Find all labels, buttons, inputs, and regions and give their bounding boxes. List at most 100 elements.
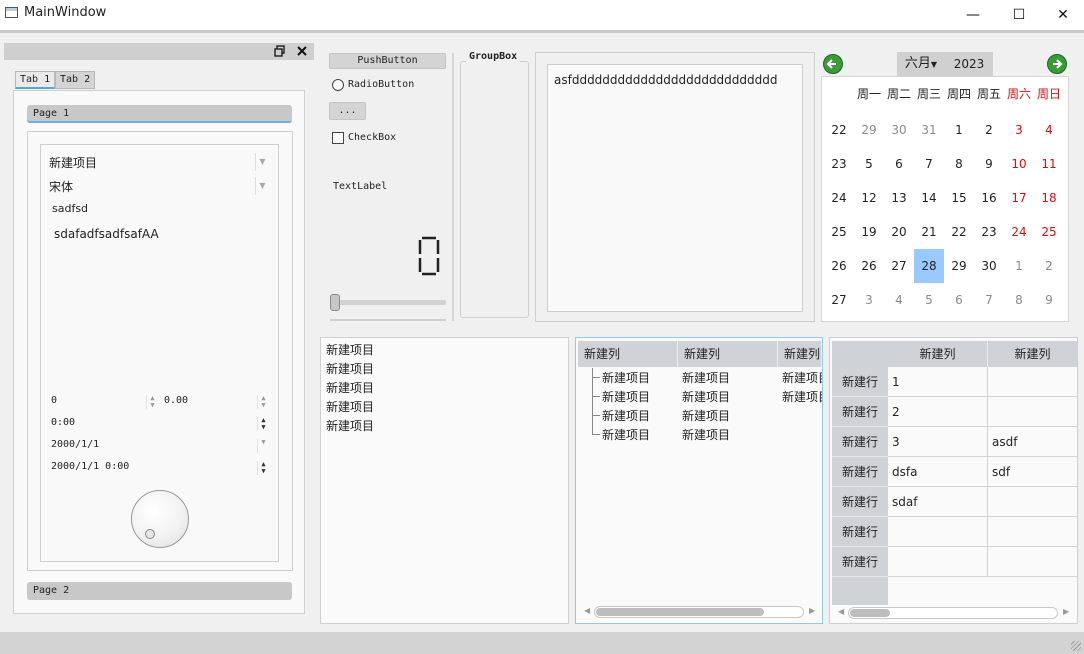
toolbox-page-2[interactable]: Page 2	[27, 582, 292, 600]
calendar-day[interactable]: 20	[884, 215, 914, 249]
tree-h-scrollbar[interactable]	[594, 606, 804, 618]
datetime-edit[interactable]: 2000/1/1 0:00 ▲ ▼	[51, 461, 269, 477]
table-row-header[interactable]: 新建行	[832, 457, 888, 487]
calendar-day[interactable]: 16	[974, 181, 1004, 215]
calendar-day[interactable]: 9	[974, 147, 1004, 181]
chevron-down-icon[interactable]: ▼	[255, 153, 269, 171]
table-cell[interactable]: sdaf	[888, 487, 988, 517]
tab-1[interactable]: Tab 1	[15, 71, 56, 89]
slider-track[interactable]	[330, 300, 446, 305]
calendar-day[interactable]: 6	[944, 283, 974, 317]
table-cell[interactable]: 3	[888, 427, 988, 457]
month-selector[interactable]: 六月▼	[897, 52, 945, 76]
next-month-icon[interactable]	[1047, 54, 1067, 74]
calendar-day[interactable]: 22	[944, 215, 974, 249]
table-row-header[interactable]: 新建行	[832, 487, 888, 517]
table-cell[interactable]	[988, 367, 1077, 397]
list-item[interactable]: 新建项目	[326, 341, 564, 360]
spin-arrows-icon[interactable]: ▲ ▼	[146, 395, 158, 409]
calendar-day[interactable]: 29	[854, 113, 884, 147]
calendar-day[interactable]: 19	[854, 215, 884, 249]
calendar-day[interactable]: 12	[854, 181, 884, 215]
text-edit[interactable]: sdafadfsadfsafAA	[54, 227, 269, 245]
tree-row[interactable]: 新建项目 新建项目	[578, 397, 822, 425]
calendar-day[interactable]: 26	[854, 249, 884, 283]
list-item[interactable]: 新建项目	[326, 398, 564, 417]
tool-button[interactable]: ...	[329, 102, 366, 120]
table-row-header[interactable]: 新建行	[832, 367, 888, 397]
calendar-day[interactable]: 1	[1004, 249, 1034, 283]
calendar-day[interactable]: 17	[1004, 181, 1034, 215]
checkbox-icon[interactable]	[332, 132, 344, 144]
scroll-left-icon[interactable]: ◀	[838, 607, 844, 616]
table-row-header[interactable]: 新建行	[832, 397, 888, 427]
calendar-day[interactable]: 1	[944, 113, 974, 147]
calendar-day[interactable]: 30	[884, 113, 914, 147]
table-row-header[interactable]: 新建行	[832, 547, 888, 577]
table-scroll-thumb[interactable]	[850, 609, 890, 617]
table-cell[interactable]	[888, 547, 988, 577]
list-item[interactable]: 新建项目	[326, 360, 564, 379]
dial-handle-icon[interactable]	[145, 529, 155, 539]
push-button[interactable]: PushButton	[329, 53, 446, 69]
table-cell[interactable]	[988, 397, 1077, 427]
spin-arrows-icon[interactable]: ▲ ▼	[257, 417, 269, 431]
spin-arrows-icon[interactable]: ▲ ▼	[257, 461, 269, 475]
close-button[interactable]: ✕	[1040, 0, 1084, 30]
calendar-day[interactable]: 7	[914, 147, 944, 181]
table-col-header-2[interactable]: 新建列	[988, 341, 1077, 367]
checkbox-label[interactable]: CheckBox	[348, 132, 396, 143]
tree-scroll-thumb[interactable]	[596, 608, 764, 616]
table-cell[interactable]: asdf	[988, 427, 1077, 457]
calendar-day[interactable]: 25	[1034, 215, 1064, 249]
plain-text-edit[interactable]: asfddddddddddddddddddddddddddd	[547, 64, 803, 312]
calendar-day[interactable]: 27	[884, 249, 914, 283]
calendar-day[interactable]: 31	[914, 113, 944, 147]
calendar-day[interactable]: 7	[974, 283, 1004, 317]
table-cell[interactable]: dsfa	[888, 457, 988, 487]
double-spin-box[interactable]: 0.00 ▲ ▼	[164, 395, 269, 411]
calendar-day[interactable]: 4	[884, 283, 914, 317]
calendar-day[interactable]: 28	[914, 249, 944, 283]
calendar-day[interactable]: 5	[854, 147, 884, 181]
table-cell[interactable]	[888, 517, 988, 547]
tree-row[interactable]: 新建项目 新建项目 新建项目	[578, 378, 822, 406]
calendar-day[interactable]: 9	[1034, 283, 1064, 317]
table-cell[interactable]	[988, 517, 1077, 547]
table-col-header-1[interactable]: 新建列	[888, 341, 988, 367]
dial[interactable]	[131, 490, 189, 548]
tree-header-2[interactable]: 新建列	[678, 341, 778, 367]
calendar-day[interactable]: 3	[854, 283, 884, 317]
tree-header-3[interactable]: 新建列	[778, 341, 822, 367]
dock-title-bar[interactable]	[4, 43, 314, 60]
radio-button-icon[interactable]	[332, 79, 344, 91]
table-cell[interactable]: 2	[888, 397, 988, 427]
calendar-day[interactable]: 2	[974, 113, 1004, 147]
calendar-day[interactable]: 30	[974, 249, 1004, 283]
table-cell[interactable]	[988, 487, 1077, 517]
calendar-day[interactable]: 10	[1004, 147, 1034, 181]
list-item[interactable]: 新建项目	[326, 379, 564, 398]
chevron-down-icon[interactable]: ▼	[255, 177, 269, 195]
toolbox-page-1[interactable]: Page 1	[27, 105, 292, 123]
date-edit[interactable]: 2000/1/1 ▼	[51, 439, 269, 455]
tree-row[interactable]: 新建项目 新建项目	[578, 416, 822, 444]
calendar-day[interactable]: 3	[1004, 113, 1034, 147]
tree-header-1[interactable]: 新建列	[578, 341, 678, 367]
radio-button-label[interactable]: RadioButton	[348, 79, 414, 90]
line-edit[interactable]: sadfsd	[52, 202, 267, 218]
table-cell[interactable]: sdf	[988, 457, 1077, 487]
font-combo-box[interactable]: 宋体 ▼	[49, 177, 269, 195]
calendar-day[interactable]: 8	[944, 147, 974, 181]
minimize-button[interactable]: —	[950, 0, 996, 30]
chevron-down-icon[interactable]: ▼	[257, 439, 269, 453]
dock-close-icon[interactable]	[295, 44, 309, 58]
time-edit[interactable]: 0:00 ▲ ▼	[51, 417, 269, 433]
calendar-day[interactable]: 4	[1034, 113, 1064, 147]
spin-box[interactable]: 0 ▲ ▼	[51, 395, 156, 411]
calendar-day[interactable]: 24	[1004, 215, 1034, 249]
calendar-day[interactable]: 23	[974, 215, 1004, 249]
list-item[interactable]: 新建项目	[326, 417, 564, 436]
maximize-button[interactable]: ☐	[996, 0, 1042, 30]
calendar-day[interactable]: 13	[884, 181, 914, 215]
